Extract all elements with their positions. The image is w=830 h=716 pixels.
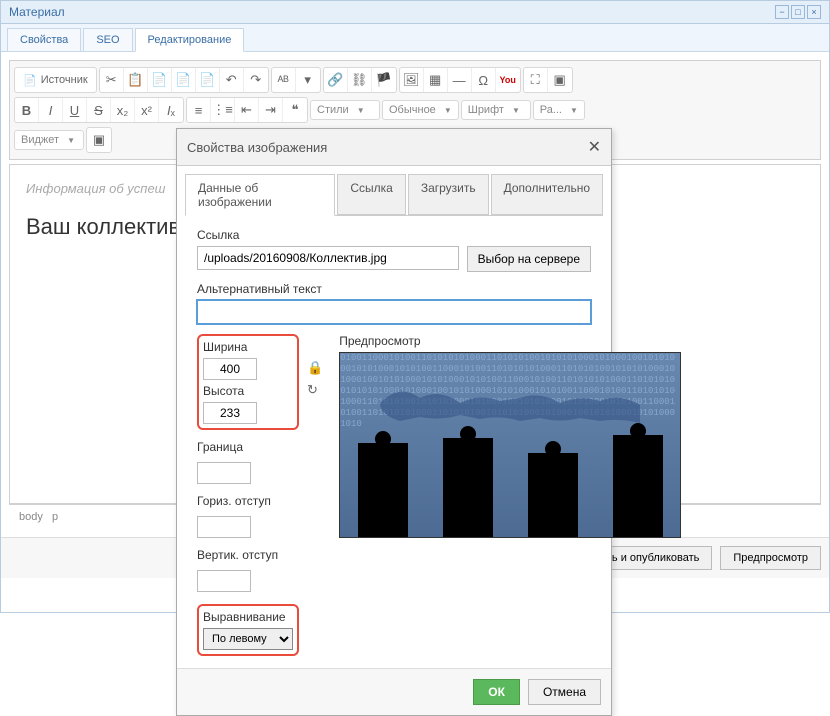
indent-icon[interactable]: ⇥ <box>259 98 283 122</box>
server-browse-button[interactable]: Выбор на сервере <box>467 246 591 272</box>
styles-select[interactable]: Стили▼ <box>310 100 380 120</box>
anchor-icon[interactable]: 🏴 <box>372 68 396 92</box>
strike-icon[interactable]: S <box>87 98 111 122</box>
vspace-input[interactable] <box>197 570 251 592</box>
minimize-button[interactable]: − <box>775 5 789 19</box>
reset-icon[interactable]: ↻ <box>307 382 323 398</box>
hspace-label: Гориз. отступ <box>197 494 299 508</box>
align-highlight: Выравнивание По левому <box>197 604 299 656</box>
titlebar: Материал − □ × <box>1 1 829 24</box>
unlink-icon[interactable]: ⛓ <box>348 68 372 92</box>
format-select[interactable]: Обычное▼ <box>382 100 459 120</box>
dialog-tab-data[interactable]: Данные об изображении <box>185 174 335 216</box>
lock-icon[interactable]: 🔒 <box>307 360 323 376</box>
width-label: Ширина <box>203 340 293 354</box>
dimensions-highlight: Ширина Высота <box>197 334 299 430</box>
url-input[interactable] <box>197 246 459 270</box>
blockquote-icon[interactable]: ❝ <box>283 98 307 122</box>
youtube-icon[interactable]: You <box>496 68 520 92</box>
border-label: Граница <box>197 440 299 454</box>
underline-icon[interactable]: U <box>63 98 87 122</box>
status-body[interactable]: body <box>19 511 43 523</box>
dialog-tab-advanced[interactable]: Дополнительно <box>491 174 603 215</box>
source-button[interactable]: 📄Источник <box>15 68 96 92</box>
alt-input[interactable] <box>197 300 591 324</box>
widget-select[interactable]: Виджет▼ <box>14 130 84 150</box>
url-label: Ссылка <box>197 228 591 242</box>
preview-image: 0100110001010011010101010001101010100101… <box>340 353 680 538</box>
tab-seo[interactable]: SEO <box>83 28 132 51</box>
specialchar-icon[interactable]: Ω <box>472 68 496 92</box>
maximize-button[interactable]: □ <box>791 5 805 19</box>
preview-box: 0100110001010011010101010001101010100101… <box>339 352 681 538</box>
subscript-icon[interactable]: x₂ <box>111 98 135 122</box>
dialog-tab-link[interactable]: Ссылка <box>337 174 405 215</box>
copy-icon[interactable]: 📋 <box>124 68 148 92</box>
vspace-label: Вертик. отступ <box>197 548 299 562</box>
window-title: Материал <box>9 5 65 19</box>
paste-text-icon[interactable]: 📄 <box>172 68 196 92</box>
font-select[interactable]: Шрифт▼ <box>461 100 531 120</box>
dialog-tab-upload[interactable]: Загрузить <box>408 174 489 215</box>
bold-icon[interactable]: B <box>15 98 39 122</box>
ok-button[interactable]: ОК <box>473 679 520 705</box>
main-tabs: Свойства SEO Редактирование <box>1 24 829 51</box>
paste-word-icon[interactable]: 📄 <box>196 68 220 92</box>
tab-properties[interactable]: Свойства <box>7 28 81 51</box>
link-icon[interactable]: 🔗 <box>324 68 348 92</box>
spellcheck-icon[interactable]: ᴬᴮ <box>272 68 296 92</box>
outdent-icon[interactable]: ⇤ <box>235 98 259 122</box>
height-label: Высота <box>203 384 293 398</box>
close-button[interactable]: × <box>807 5 821 19</box>
widget-action-icon[interactable]: ▣ <box>87 128 111 152</box>
superscript-icon[interactable]: x² <box>135 98 159 122</box>
border-input[interactable] <box>197 462 251 484</box>
preview-button[interactable]: Предпросмотр <box>720 546 821 570</box>
tab-edit[interactable]: Редактирование <box>135 28 245 52</box>
image-icon[interactable]: 🖼 <box>400 68 424 92</box>
dialog-close-icon[interactable]: ✕ <box>588 137 601 157</box>
paste-icon[interactable]: 📄 <box>148 68 172 92</box>
hr-icon[interactable]: ― <box>448 68 472 92</box>
dialog-title: Свойства изображения <box>187 140 327 155</box>
chevron-down-icon[interactable]: ▾ <box>296 68 320 92</box>
image-properties-dialog: Свойства изображения ✕ Данные об изображ… <box>176 128 612 716</box>
italic-icon[interactable]: I <box>39 98 63 122</box>
align-label: Выравнивание <box>203 610 293 624</box>
removeformat-icon[interactable]: Iₓ <box>159 98 183 122</box>
align-select[interactable]: По левому <box>203 628 293 650</box>
preview-label: Предпросмотр <box>339 334 681 348</box>
alt-label: Альтернативный текст <box>197 282 591 296</box>
table-icon[interactable]: ▦ <box>424 68 448 92</box>
undo-icon[interactable]: ↶ <box>220 68 244 92</box>
numberedlist-icon[interactable]: ≡ <box>187 98 211 122</box>
size-select[interactable]: Ра...▼ <box>533 100 585 120</box>
cut-icon[interactable]: ✂ <box>100 68 124 92</box>
showblocks-icon[interactable]: ▣ <box>548 68 572 92</box>
bulletedlist-icon[interactable]: ⋮≡ <box>211 98 235 122</box>
redo-icon[interactable]: ↷ <box>244 68 268 92</box>
height-input[interactable] <box>203 402 257 424</box>
status-p[interactable]: p <box>52 511 58 523</box>
cancel-button[interactable]: Отмена <box>528 679 601 705</box>
hspace-input[interactable] <box>197 516 251 538</box>
width-input[interactable] <box>203 358 257 380</box>
maximize-icon[interactable]: ⛶ <box>524 68 548 92</box>
